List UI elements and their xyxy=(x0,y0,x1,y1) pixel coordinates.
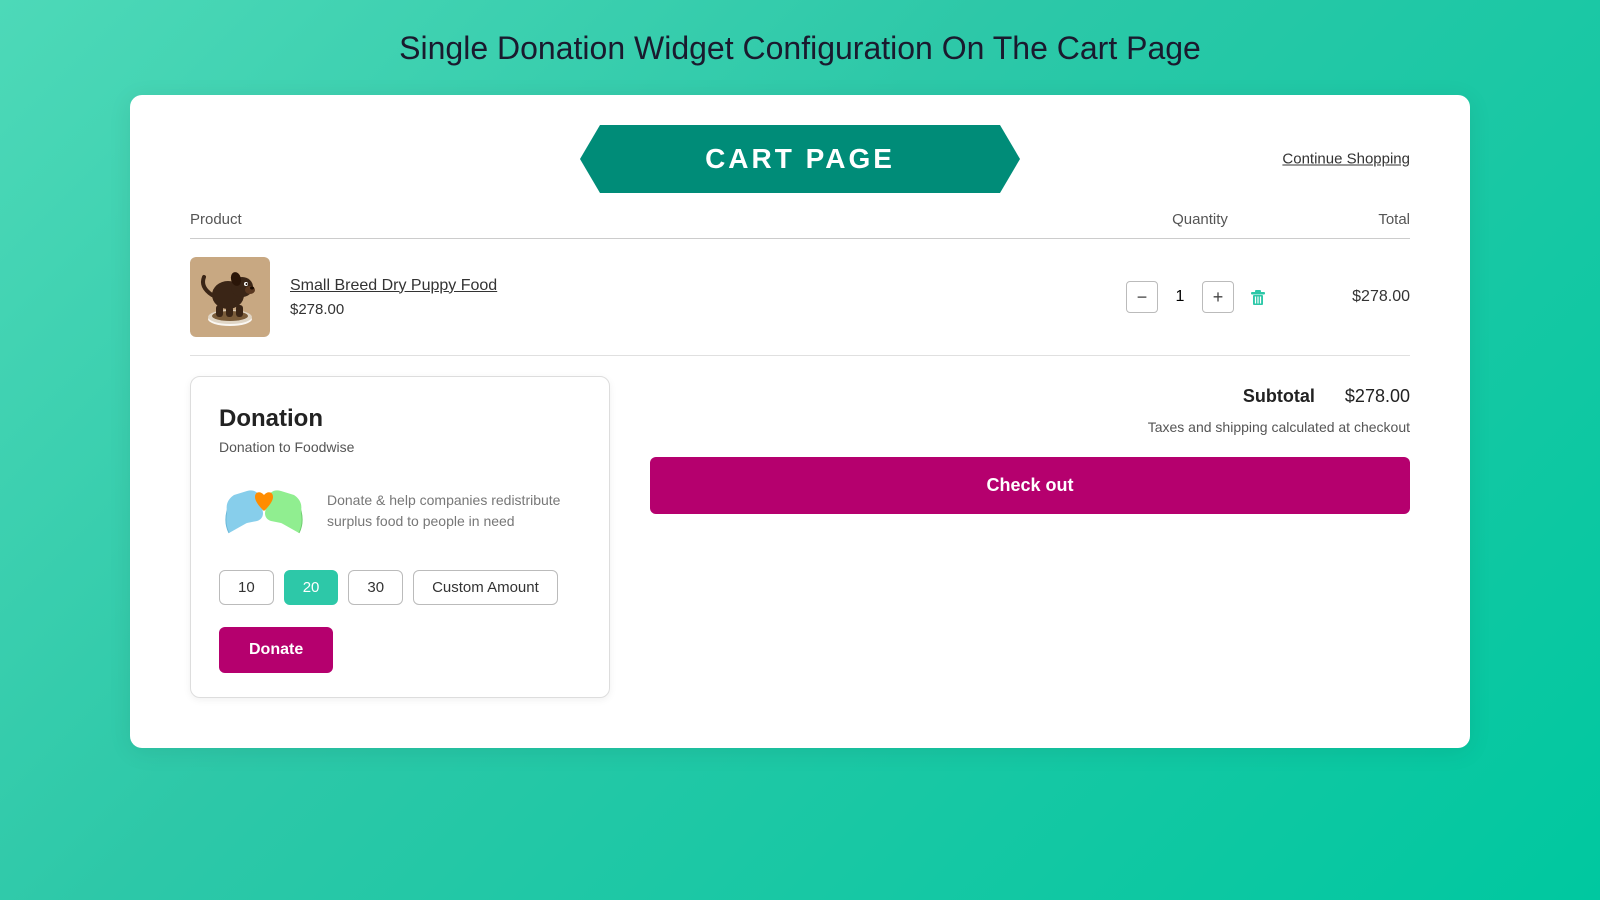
header-quantity: Quantity xyxy=(1110,211,1290,228)
subtotal-row: Subtotal $278.00 xyxy=(650,386,1410,407)
donate-button[interactable]: Donate xyxy=(219,627,333,673)
continue-shopping-link[interactable]: Continue Shopping xyxy=(1282,151,1410,168)
cart-banner: CART PAGE xyxy=(580,125,1020,193)
donation-widget: Donation Donation to Foodwise Donate & h… xyxy=(190,376,610,698)
donation-title: Donation xyxy=(219,405,581,433)
donation-subtitle: Donation to Foodwise xyxy=(219,439,581,455)
product-name[interactable]: Small Breed Dry Puppy Food xyxy=(290,277,497,295)
donation-amounts: 10 20 30 Custom Amount xyxy=(219,570,581,605)
page-title: Single Donation Widget Configuration On … xyxy=(399,30,1201,67)
product-details: Small Breed Dry Puppy Food $278.00 xyxy=(290,277,497,318)
quantity-decrease-button[interactable]: − xyxy=(1126,281,1158,313)
donation-amount-30[interactable]: 30 xyxy=(348,570,403,605)
donation-amount-20[interactable]: 20 xyxy=(284,570,339,605)
checkout-button[interactable]: Check out xyxy=(650,457,1410,514)
delete-product-button[interactable] xyxy=(1242,281,1274,313)
quantity-increase-button[interactable]: + xyxy=(1202,281,1234,313)
header-total: Total xyxy=(1290,211,1410,228)
header-product: Product xyxy=(190,211,1110,228)
product-info: Small Breed Dry Puppy Food $278.00 xyxy=(190,257,1110,337)
product-total: $278.00 xyxy=(1290,288,1410,306)
quantity-control: − 1 + xyxy=(1110,281,1290,313)
donation-custom-amount-button[interactable]: Custom Amount xyxy=(413,570,558,605)
subtotal-value: $278.00 xyxy=(1345,386,1410,407)
product-image xyxy=(190,257,270,337)
tax-note: Taxes and shipping calculated at checkou… xyxy=(650,419,1410,435)
donation-icon-area: Donate & help companies redistribute sur… xyxy=(219,473,581,548)
donation-description: Donate & help companies redistribute sur… xyxy=(327,490,581,532)
lower-section: Donation Donation to Foodwise Donate & h… xyxy=(190,376,1410,698)
donation-icon xyxy=(219,473,309,548)
table-header: Product Quantity Total xyxy=(190,211,1410,239)
main-card: CART PAGE Continue Shopping Product Quan… xyxy=(130,95,1470,748)
donation-amount-10[interactable]: 10 xyxy=(219,570,274,605)
subtotal-label: Subtotal xyxy=(1243,386,1315,407)
product-price: $278.00 xyxy=(290,301,497,318)
product-row: Small Breed Dry Puppy Food $278.00 − 1 + xyxy=(190,257,1410,356)
cart-banner-section: CART PAGE Continue Shopping xyxy=(190,125,1410,193)
quantity-value: 1 xyxy=(1166,288,1194,306)
order-summary: Subtotal $278.00 Taxes and shipping calc… xyxy=(650,376,1410,514)
